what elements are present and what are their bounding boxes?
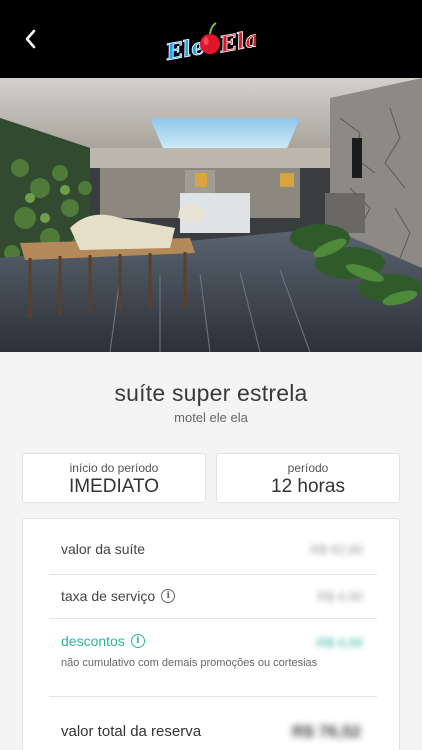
svg-text:Ele: Ele — [164, 34, 207, 67]
price-summary: valor da suíte R$ 82,90 taxa de serviço … — [22, 518, 400, 750]
period-box[interactable]: período 12 horas — [216, 453, 400, 503]
app-header: Ele Ela — [0, 0, 422, 78]
info-icon[interactable]: i — [130, 634, 145, 648]
discounts-note: não cumulativo com demais promoções ou c… — [61, 657, 318, 669]
suite-title: suíte super estrela — [114, 380, 308, 406]
period-label: período — [287, 461, 329, 475]
total-label: valor total da reserva — [61, 723, 202, 740]
suite-value-row: valor da suíte R$ 82,90 — [49, 527, 377, 575]
discounts-row: descontos i -R$ 4,00 não cumulativo com … — [49, 619, 377, 697]
period-start-label: início do período — [69, 461, 159, 475]
suite-photo-image — [0, 78, 422, 352]
info-icon[interactable]: i — [161, 589, 176, 603]
period-value: 12 horas — [271, 476, 345, 497]
service-fee-row: taxa de serviço i R$ 4,90 — [49, 575, 377, 619]
suite-value: R$ 82,90 — [310, 542, 363, 557]
period-start-box[interactable]: início do período IMEDIATO — [22, 453, 206, 503]
total-value: R$ 76,52 — [292, 722, 361, 741]
service-fee-label: taxa de serviço — [61, 588, 156, 604]
suite-value-label: valor da suíte — [61, 541, 146, 557]
chevron-left-icon — [25, 29, 36, 49]
discounts-label: descontos — [61, 633, 125, 649]
booking-content: suíte super estrela motel ele ela início… — [0, 352, 422, 750]
discounts-label-group: descontos i — [61, 633, 145, 649]
ele-ela-logo: Ele Ela — [164, 22, 256, 67]
period-start-value: IMEDIATO — [68, 476, 160, 497]
suite-photo[interactable] — [0, 78, 422, 352]
motel-name: motel ele ela — [174, 410, 248, 425]
back-button[interactable] — [16, 24, 44, 54]
discounts-value: -R$ 4,00 — [313, 635, 363, 650]
service-fee: R$ 4,90 — [317, 589, 363, 604]
service-fee-label-group: taxa de serviço i — [61, 588, 176, 604]
svg-text:Ela: Ela — [217, 26, 256, 59]
